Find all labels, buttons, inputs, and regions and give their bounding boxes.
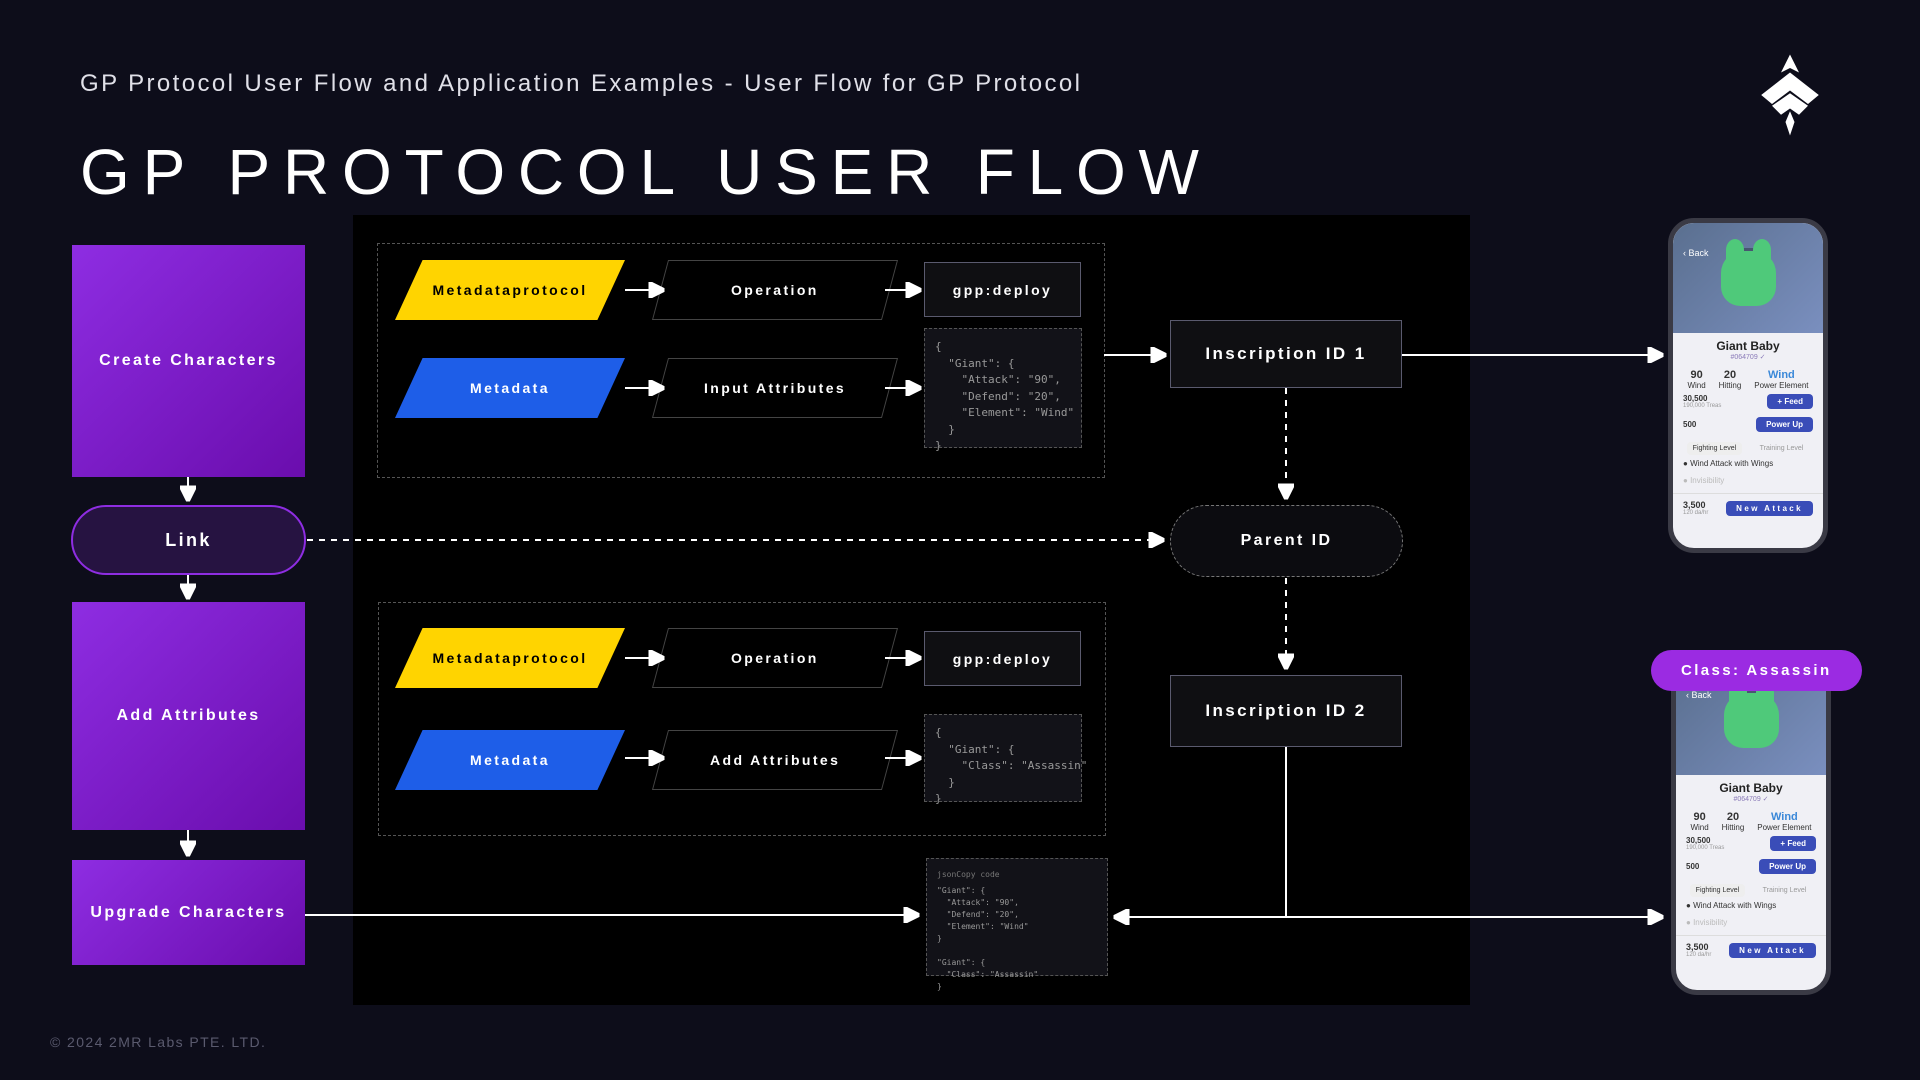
- phone-stat-element: WindPower Element: [1757, 811, 1811, 832]
- subtitle: GP Protocol User Flow and Application Ex…: [80, 70, 1082, 98]
- hex-metadataprotocol-1: Metadataprotocol: [395, 260, 625, 320]
- phone-character-id: #064709 ✓: [1676, 795, 1826, 803]
- box-gpp-deploy-2: gpp:deploy: [924, 631, 1081, 686]
- phone-powerup-button[interactable]: Power Up: [1759, 859, 1816, 874]
- box-inscription-id-1: Inscription ID 1: [1170, 320, 1402, 388]
- phone-stat-defend: 20Hitting: [1719, 369, 1742, 390]
- phone-stat-attack: 90Wind: [1687, 369, 1705, 390]
- phone-back: ‹ Back: [1686, 690, 1712, 700]
- phone-stat-defend: 20Hitting: [1722, 811, 1745, 832]
- phone-character-name: Giant Baby: [1676, 781, 1826, 795]
- hex-metadata-2: Metadata: [395, 730, 625, 790]
- hex-metadata-1: Metadata: [395, 358, 625, 418]
- phone-tabs: Fighting Level Training Level: [1676, 884, 1826, 897]
- phone-back: ‹ Back: [1683, 248, 1709, 258]
- phone-stat-element: WindPower Element: [1754, 369, 1808, 390]
- code-box-3: jsonCopy code "Giant": { "Attack": "90",…: [926, 858, 1108, 976]
- phone-stat-attack: 90Wind: [1690, 811, 1708, 832]
- box-add-attributes: Add Attributes: [72, 602, 305, 830]
- phone-skill-2: ● Invisibility: [1673, 472, 1823, 489]
- phone-feed-button[interactable]: + Feed: [1767, 394, 1813, 409]
- phone-tab-fighting[interactable]: Fighting Level: [1690, 884, 1746, 897]
- logo-icon: [1745, 50, 1835, 135]
- phone-tab-training[interactable]: Training Level: [1757, 884, 1813, 897]
- phone-row-coins2: 500 Power Up: [1673, 413, 1823, 436]
- phone-skill-1: ● Wind Attack with Wings: [1676, 897, 1826, 914]
- phone-tab-fighting[interactable]: Fighting Level: [1687, 442, 1743, 455]
- phone-mockup-2: ‹ Back LVL2 Giant Baby #064709 ✓ 90Wind …: [1671, 660, 1831, 995]
- oval-parent-id: Parent ID: [1170, 505, 1403, 577]
- code-box-2: { "Giant": { "Class": "Assassin" } }: [924, 714, 1082, 802]
- box-create-characters: Create Characters: [72, 245, 305, 477]
- footer: © 2024 2MR Labs PTE. LTD.: [50, 1034, 266, 1050]
- phone-mockup-1: ‹ Back LVL2 Giant Baby #064709 ✓ 90Wind …: [1668, 218, 1828, 553]
- box-upgrade-characters: Upgrade Characters: [72, 860, 305, 965]
- phone-bottom-coins: 3,500: [1686, 942, 1711, 952]
- hex-metadataprotocol-2: Metadataprotocol: [395, 628, 625, 688]
- phone-row-coins2: 500 Power Up: [1676, 855, 1826, 878]
- hex-add-attributes-2: Add Attributes: [652, 730, 898, 790]
- phone-character-id: #064709 ✓: [1673, 353, 1823, 361]
- phone-row-coins1: 30,500190,000 Treas + Feed: [1673, 390, 1823, 413]
- box-gpp-deploy-1: gpp:deploy: [924, 262, 1081, 317]
- phone-powerup-button[interactable]: Power Up: [1756, 417, 1813, 432]
- box-inscription-id-2: Inscription ID 2: [1170, 675, 1402, 747]
- phone-new-attack-button[interactable]: New Attack: [1729, 943, 1816, 958]
- code-box-1: { "Giant": { "Attack": "90", "Defend": "…: [924, 328, 1082, 448]
- phone-tab-training[interactable]: Training Level: [1754, 442, 1810, 455]
- phone-row-coins1: 30,500190,000 Treas + Feed: [1676, 832, 1826, 855]
- phone-new-attack-button[interactable]: New Attack: [1726, 501, 1813, 516]
- link-oval: Link: [71, 505, 306, 575]
- hex-operation-2: Operation: [652, 628, 898, 688]
- phone-bottom-coins: 3,500: [1683, 500, 1708, 510]
- phone-tabs: Fighting Level Training Level: [1673, 442, 1823, 455]
- phone-character-name: Giant Baby: [1673, 339, 1823, 353]
- class-assassin-pill: Class: Assassin: [1651, 650, 1862, 691]
- character-icon: [1724, 693, 1779, 748]
- hex-operation-1: Operation: [652, 260, 898, 320]
- phone-feed-button[interactable]: + Feed: [1770, 836, 1816, 851]
- phone-skill-1: ● Wind Attack with Wings: [1673, 455, 1823, 472]
- title: GP PROTOCOL USER FLOW: [80, 135, 1212, 209]
- hex-input-attributes: Input Attributes: [652, 358, 898, 418]
- phone-skill-2: ● Invisibility: [1676, 914, 1826, 931]
- character-icon: [1721, 251, 1776, 306]
